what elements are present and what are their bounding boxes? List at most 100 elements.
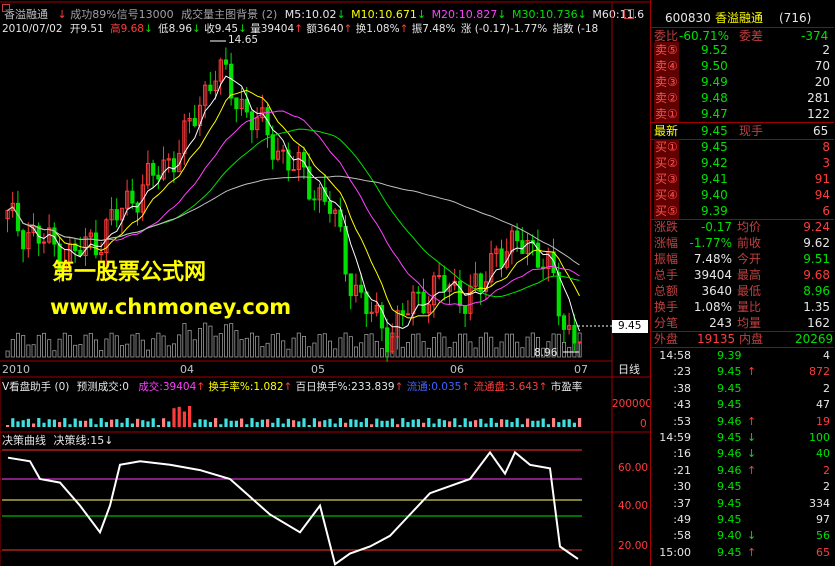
- tick-price: 9.46: [717, 447, 742, 461]
- quote-divider-6: [651, 347, 834, 348]
- volume-bar: [379, 348, 384, 358]
- turnover-bar: [255, 422, 259, 427]
- buy-price: 9.41: [701, 172, 728, 186]
- turnover-bar: [47, 419, 51, 427]
- buy-label: 买②: [654, 155, 679, 171]
- tick-price: 9.45: [717, 513, 742, 526]
- turnover-bar: [328, 418, 332, 427]
- stat-label: 最高: [737, 268, 762, 282]
- turnover-bar: [562, 419, 566, 427]
- turnover-bar: [115, 419, 119, 427]
- turnover-bar: [281, 423, 285, 427]
- tick-time: :38: [673, 381, 691, 395]
- stat-value: 1.08%: [693, 300, 732, 314]
- volume-bar: [515, 341, 520, 358]
- turnover-bar: [156, 424, 160, 427]
- buy-row: 买⑤ 9.39 6: [651, 203, 834, 219]
- quote-rank: (716): [779, 11, 812, 25]
- stat-value: 162: [807, 316, 830, 330]
- outer-label: 外盘: [654, 332, 679, 346]
- volume-bar: [463, 333, 468, 358]
- turnover-bar: [448, 421, 452, 427]
- tick-price: 9.46: [717, 463, 742, 477]
- turnover-bar: [432, 423, 436, 427]
- turnover-bar: [359, 422, 363, 427]
- stat-row: 分笔 243 均量 162: [651, 315, 834, 331]
- stat-row: 换手 1.08% 量比 1.35: [651, 299, 834, 315]
- stat-label: 涨幅: [654, 236, 679, 250]
- latest-value: 9.45: [701, 124, 728, 138]
- turnover-bar: [494, 422, 498, 427]
- tick-time: :58: [673, 529, 691, 543]
- stat-label: 均价: [737, 220, 762, 234]
- turnover-bar: [422, 422, 426, 427]
- volume-bar: [483, 332, 488, 358]
- tick-time: :21: [673, 463, 691, 477]
- volume-bar: [374, 340, 379, 358]
- turnover-bar: [453, 418, 457, 427]
- stat-value: 3640: [701, 284, 732, 298]
- chart-area[interactable]: 香溢融通 ↓ 成功89%信号13000 成交量主图背景 (2) M5:10.02…: [0, 0, 653, 566]
- candle-body: [421, 291, 426, 314]
- inner-value: 20269: [795, 332, 834, 346]
- sell-row: 卖① 9.47 122: [651, 106, 834, 122]
- tick-arrow-icon: ↓: [747, 431, 757, 444]
- turnover-bar: [333, 423, 337, 427]
- volume-bar: [478, 336, 483, 358]
- turnover-bar: [370, 424, 374, 427]
- stat-row: 振幅 7.48% 今开 9.51: [651, 251, 834, 267]
- turnover-bar: [240, 418, 244, 427]
- volume-bar: [166, 345, 171, 358]
- volume-bar: [208, 325, 213, 358]
- volume-bar: [223, 324, 228, 358]
- volume-bar: [457, 333, 462, 358]
- candle-body: [364, 291, 369, 314]
- turnover-bar: [89, 418, 93, 427]
- tick-time: :23: [673, 365, 691, 379]
- turnover-bar: [411, 419, 415, 427]
- tick-volume: 334: [809, 496, 830, 510]
- turnover-bar: [58, 422, 62, 427]
- turnover-bar: [463, 418, 467, 427]
- tick-arrow-icon: ↓: [747, 529, 757, 543]
- tick-volume: 4: [823, 349, 830, 362]
- turnover-bar: [297, 421, 301, 427]
- volume-bar: [405, 342, 410, 358]
- volume-bar: [88, 332, 93, 358]
- turnover-bar: [172, 408, 176, 427]
- volume-bar: [359, 342, 364, 358]
- turnover-bar: [208, 422, 212, 427]
- tick-volume: 40: [816, 447, 830, 461]
- sell-price: 9.52: [701, 43, 728, 57]
- tick-row: 15:00 9.45 ↑ 65: [651, 546, 834, 559]
- turnover-bar: [260, 419, 264, 427]
- turnover-bar: [162, 418, 166, 427]
- turnover-bar: [245, 424, 249, 427]
- volume-bar: [447, 347, 452, 358]
- tick-row: :16 9.46 ↓ 40: [651, 447, 834, 461]
- tick-price: 9.39: [717, 349, 742, 362]
- volume-bar: [130, 334, 135, 358]
- period-label[interactable]: 日线: [618, 363, 640, 377]
- volume-bar: [431, 337, 436, 358]
- candle-body: [93, 232, 99, 256]
- buy-row: 买③ 9.41 91: [651, 171, 834, 187]
- sell-volume: 122: [807, 107, 830, 121]
- turnover-bar: [42, 422, 46, 427]
- turnover-bar: [323, 420, 327, 427]
- buy-price: 9.40: [701, 188, 728, 202]
- buy-volume: 6: [822, 204, 830, 218]
- x-axis: 2010 04 05 06 07 日线: [0, 363, 650, 377]
- candle-body: [385, 327, 390, 353]
- mid-axis-200000: 200000: [612, 398, 653, 410]
- candle-body: [130, 190, 135, 204]
- volume-bar: [494, 347, 499, 358]
- turnover-bar: [292, 420, 296, 427]
- turnover-bar: [224, 418, 228, 427]
- turnover-bar: [479, 418, 483, 427]
- sell-row: 卖③ 9.49 20: [651, 74, 834, 90]
- turnover-bar: [312, 418, 316, 427]
- buy-row: 买④ 9.40 94: [651, 187, 834, 203]
- candle-body: [234, 97, 239, 110]
- volume-bar: [47, 339, 52, 358]
